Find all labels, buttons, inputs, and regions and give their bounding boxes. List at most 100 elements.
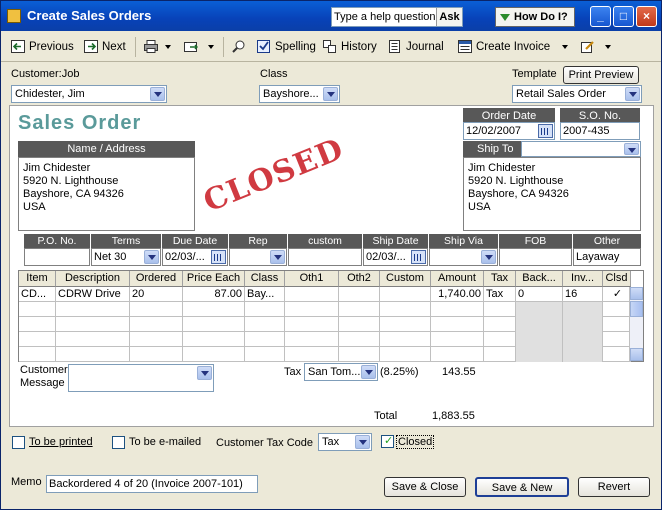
chevron-down-icon[interactable] — [144, 250, 159, 264]
terms-select[interactable]: Net 30 — [91, 248, 161, 266]
col-ordered[interactable]: Ordered — [130, 271, 183, 287]
bill-city: Bayshore, CA 94326 — [23, 188, 124, 200]
table-cell[interactable] — [339, 287, 380, 302]
class-select[interactable]: Bayshore... — [259, 85, 340, 103]
table-cell[interactable]: 20 — [130, 287, 183, 302]
po-number-field[interactable] — [24, 248, 90, 266]
col-tax[interactable]: Tax — [484, 271, 516, 287]
chevron-down-icon[interactable] — [481, 250, 496, 264]
close-button[interactable]: × — [636, 6, 657, 27]
table-cell[interactable]: 87.00 — [183, 287, 245, 302]
calendar-icon[interactable] — [211, 250, 226, 264]
custom-field[interactable] — [288, 248, 362, 266]
customer-message-select[interactable] — [68, 364, 214, 392]
col-closed[interactable]: Clsd — [603, 271, 631, 287]
memo-label: Memo — [11, 476, 42, 488]
name-address-box[interactable]: Jim Chidester 5920 N. Lighthouse Bayshor… — [18, 157, 195, 231]
to-be-printed-checkbox[interactable] — [12, 436, 25, 449]
customize-button[interactable] — [581, 39, 611, 55]
col-class[interactable]: Class — [245, 271, 285, 287]
minimize-button[interactable]: _ — [590, 6, 611, 27]
to-be-emailed-checkbox[interactable] — [112, 436, 125, 449]
help-question-input[interactable]: Type a help question — [334, 11, 436, 23]
table-cell[interactable]: CD... — [19, 287, 56, 302]
ask-button[interactable]: Ask — [436, 8, 462, 26]
revert-button[interactable]: Revert — [578, 477, 650, 497]
customer-job-select[interactable]: Chidester, Jim — [11, 85, 167, 103]
col-item[interactable]: Item — [19, 271, 56, 287]
chevron-down-icon[interactable] — [355, 435, 370, 449]
find-button[interactable] — [232, 39, 248, 55]
save-new-button[interactable]: Save & New — [475, 477, 569, 497]
to-be-printed-label[interactable]: To be printed — [29, 436, 93, 448]
chevron-down-icon[interactable] — [323, 87, 338, 101]
col-backordered[interactable]: Back... — [516, 271, 563, 287]
calendar-icon[interactable] — [411, 250, 426, 264]
other-field[interactable]: Layaway — [573, 248, 641, 266]
table-cell[interactable]: 16 — [563, 287, 603, 302]
scroll-thumb[interactable] — [630, 301, 643, 317]
tax-item-select[interactable]: San Tom... — [304, 363, 378, 381]
bill-name: Jim Chidester — [23, 162, 91, 174]
scroll-down-icon[interactable] — [630, 348, 643, 361]
chevron-down-icon[interactable] — [624, 143, 639, 155]
fob-field[interactable] — [499, 248, 572, 266]
ship-date-field[interactable]: 02/03/... — [363, 248, 428, 266]
due-date-field[interactable]: 02/03/... — [162, 248, 228, 266]
col-invoiced[interactable]: Inv... — [563, 271, 603, 287]
spelling-check-icon — [257, 40, 270, 53]
ship-to-box[interactable]: Jim Chidester 5920 N. Lighthouse Bayshor… — [463, 157, 641, 231]
col-description[interactable]: Description — [56, 271, 130, 287]
chevron-down-icon[interactable] — [625, 87, 640, 101]
memo-field[interactable]: Backordered 4 of 20 (Invoice 2007-101) — [46, 475, 258, 493]
how-do-i-button[interactable]: How Do I? — [495, 7, 575, 27]
create-invoice-button[interactable]: Create Invoice — [458, 39, 570, 55]
ship-name: Jim Chidester — [468, 162, 536, 174]
so-number-field[interactable]: 2007-435 — [560, 122, 640, 140]
col-price-each[interactable]: Price Each — [183, 271, 245, 287]
customer-job-label: Customer:Job — [11, 68, 80, 80]
chevron-down-icon[interactable] — [197, 366, 212, 380]
customer-tax-code-select[interactable]: Tax — [318, 433, 372, 451]
table-cell[interactable]: CDRW Drive — [56, 287, 130, 302]
calendar-icon[interactable] — [538, 124, 553, 138]
ship-to-select[interactable] — [521, 141, 641, 157]
template-select[interactable]: Retail Sales Order — [512, 85, 642, 103]
chevron-down-icon[interactable] — [150, 87, 165, 101]
chevron-down-icon[interactable] — [361, 365, 376, 379]
table-cell[interactable] — [285, 287, 339, 302]
col-oth1[interactable]: Oth1 — [285, 271, 339, 287]
template-label: Template — [512, 68, 557, 80]
closed-checkmark[interactable]: ✓ — [603, 287, 631, 302]
col-oth2[interactable]: Oth2 — [339, 271, 380, 287]
rep-select[interactable] — [229, 248, 287, 266]
col-custom[interactable]: Custom — [380, 271, 431, 287]
table-cell[interactable]: Tax — [484, 287, 516, 302]
table-cell[interactable]: 0 — [516, 287, 563, 302]
table-cell[interactable]: 1,740.00 — [431, 287, 484, 302]
col-amount[interactable]: Amount — [431, 271, 484, 287]
chevron-down-icon[interactable] — [270, 250, 285, 264]
maximize-button[interactable]: □ — [613, 6, 634, 27]
toolbar: Previous Next Spelling History Journal C… — [1, 31, 661, 62]
send-button[interactable] — [184, 39, 214, 55]
save-close-button[interactable]: Save & Close — [384, 477, 466, 497]
ship-via-select[interactable] — [429, 248, 498, 266]
help-question-box[interactable]: Type a help question Ask — [331, 7, 463, 27]
print-preview-button[interactable]: Print Preview — [563, 66, 639, 84]
to-be-emailed-label[interactable]: To be e-mailed — [129, 436, 201, 448]
chevron-down-icon — [208, 45, 214, 49]
closed-label[interactable]: Closed — [396, 435, 435, 449]
table-scrollbar[interactable] — [629, 287, 643, 361]
checkmark-icon: ✓ — [384, 435, 394, 447]
order-date-field[interactable]: 12/02/2007 — [463, 122, 555, 140]
closed-checkbox[interactable]: ✓ — [381, 435, 394, 448]
chevron-down-icon — [605, 45, 611, 49]
print-button[interactable] — [144, 39, 172, 55]
table-cell[interactable]: Bay... — [245, 287, 285, 302]
sales-order-form: Sales Order Order Date 12/02/2007 S.O. N… — [9, 105, 654, 427]
scroll-up-icon[interactable] — [630, 287, 643, 300]
tax-amount: 143.55 — [442, 366, 476, 378]
table-cell[interactable] — [380, 287, 431, 302]
printer-icon — [144, 40, 158, 53]
